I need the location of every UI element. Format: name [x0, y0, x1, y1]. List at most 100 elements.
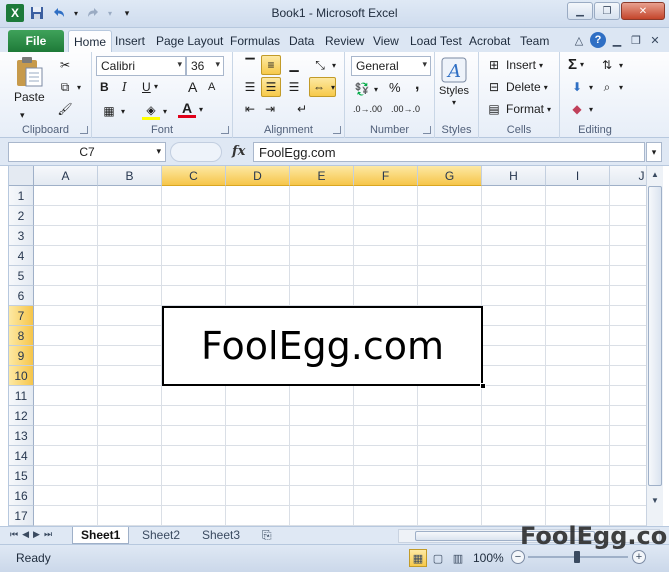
copy-dropdown-icon[interactable]: ▾	[77, 83, 81, 92]
clear-button[interactable]: ◆ ▾	[568, 100, 593, 118]
insert-function-icon[interactable]: fx	[232, 144, 245, 159]
close-icon[interactable]: ✕	[621, 2, 665, 20]
clipboard-launcher-icon[interactable]	[80, 126, 88, 134]
shrink-font-button[interactable]: A	[208, 81, 215, 93]
last-sheet-icon[interactable]: ⏭	[44, 529, 52, 540]
tab-acrobat[interactable]: Acrobat	[464, 30, 515, 52]
row-header-10[interactable]: 10	[9, 366, 34, 386]
zoom-slider-knob[interactable]	[574, 551, 580, 563]
expand-formula-bar-icon[interactable]: ▾	[646, 142, 662, 162]
row-header-12[interactable]: 12	[9, 406, 34, 426]
percent-button[interactable]: %	[389, 80, 401, 95]
underline-button[interactable]: U	[142, 80, 151, 94]
format-cells-button[interactable]: ▤ Format ▾	[485, 100, 551, 118]
column-header-e[interactable]: E	[290, 166, 354, 186]
scroll-up-icon[interactable]: ▲	[647, 166, 663, 182]
bold-button[interactable]: B	[100, 80, 109, 94]
normal-view-icon[interactable]: ▦	[409, 549, 427, 567]
vertical-scroll-thumb[interactable]	[648, 186, 662, 486]
autosum-button[interactable]: Σ ▾	[568, 56, 584, 73]
select-all-corner[interactable]	[9, 166, 34, 186]
row-header-5[interactable]: 5	[9, 266, 34, 286]
tab-team[interactable]: Team	[515, 30, 554, 52]
sheet-tab-sheet2[interactable]: Sheet2	[134, 527, 188, 544]
font-launcher-icon[interactable]	[221, 126, 229, 134]
paste-dropdown-icon[interactable]: ▾	[20, 110, 25, 121]
tab-data[interactable]: Data	[284, 30, 319, 52]
fill-handle[interactable]	[480, 383, 486, 389]
accounting-format-button[interactable]: 💱 ▾	[353, 80, 379, 98]
name-box[interactable]: C7 ▾	[8, 142, 166, 162]
orientation-button[interactable]: ⤡ ▾	[311, 56, 336, 74]
zoom-slider[interactable]	[528, 551, 628, 563]
minimize-icon[interactable]: ▁	[567, 2, 593, 20]
align-top-button[interactable]: ▔	[241, 56, 259, 74]
increase-decimal-button[interactable]: .0→.00	[353, 104, 382, 114]
formula-bar-splitter[interactable]	[170, 142, 222, 162]
row-header-1[interactable]: 1	[9, 186, 34, 206]
find-select-button[interactable]: ⌕ ▾	[598, 78, 623, 96]
decrease-indent-button[interactable]: ⇤	[241, 100, 259, 118]
row-header-7[interactable]: 7	[9, 306, 34, 326]
zoom-in-icon[interactable]: +	[632, 550, 646, 564]
styles-button[interactable]: A Styles ▾	[439, 56, 469, 107]
alignment-launcher-icon[interactable]	[333, 126, 341, 134]
wrap-text-button[interactable]: ↵	[293, 100, 311, 118]
tab-insert[interactable]: Insert	[110, 30, 150, 52]
font-size-combo[interactable]: 36 ▾	[186, 56, 224, 76]
borders-button[interactable]: ▦ ▾	[100, 102, 125, 120]
tab-file[interactable]: File	[8, 30, 64, 52]
page-break-view-icon[interactable]: ▥	[449, 549, 467, 567]
row-header-14[interactable]: 14	[9, 446, 34, 466]
insert-sheet-icon[interactable]: ⎘	[254, 527, 280, 544]
align-bottom-button[interactable]: ▁	[285, 56, 303, 74]
fill-color-button[interactable]: ◈ ▾	[142, 102, 167, 120]
workbook-close-icon[interactable]: ✕	[647, 32, 663, 48]
number-launcher-icon[interactable]	[423, 126, 431, 134]
chevron-down-icon[interactable]: ▾	[156, 146, 161, 157]
row-header-11[interactable]: 11	[9, 386, 34, 406]
column-header-j[interactable]: J	[610, 166, 646, 186]
row-header-8[interactable]: 8	[9, 326, 34, 346]
help-icon[interactable]: ?	[590, 32, 606, 48]
copy-button[interactable]: ⧉ ▾	[56, 78, 81, 96]
formula-input[interactable]: FoolEgg.com	[253, 142, 645, 162]
underline-dropdown-icon[interactable]: ▾	[154, 82, 158, 91]
scroll-down-icon[interactable]: ▼	[647, 492, 663, 508]
font-color-button[interactable]: A ▾	[178, 100, 203, 118]
tab-view[interactable]: View	[368, 30, 404, 52]
number-format-combo[interactable]: General ▾	[351, 56, 431, 76]
tab-load-test[interactable]: Load Test	[405, 30, 467, 52]
zoom-level[interactable]: 100%	[473, 551, 504, 565]
vertical-scrollbar[interactable]: ▲ ▼	[646, 166, 663, 526]
align-right-button[interactable]: ☰	[285, 78, 303, 96]
merge-center-button[interactable]: ⇔ ▾	[309, 77, 337, 97]
grow-font-button[interactable]: A	[188, 79, 197, 95]
align-middle-button[interactable]: ≡	[261, 55, 281, 75]
row-header-16[interactable]: 16	[9, 486, 34, 506]
sort-filter-button[interactable]: ⇅ ▾	[598, 56, 623, 74]
row-header-6[interactable]: 6	[9, 286, 34, 306]
workbook-minimize-icon[interactable]: ▁	[609, 32, 625, 48]
row-header-2[interactable]: 2	[9, 206, 34, 226]
workbook-restore-icon[interactable]: ❐	[628, 32, 644, 48]
tab-home[interactable]: Home	[68, 30, 113, 52]
column-header-i[interactable]: I	[546, 166, 610, 186]
row-header-15[interactable]: 15	[9, 466, 34, 486]
align-center-button[interactable]: ☰	[261, 77, 281, 97]
paste-button[interactable]: Paste	[14, 56, 45, 104]
tab-formulas[interactable]: Formulas	[225, 30, 285, 52]
worksheet-grid[interactable]: A B C D E F G H I J 1 2 3 4 5 6 7 8 9 10 11 12 13 14 15 16 17 FoolE…	[8, 166, 646, 526]
sheet-tab-sheet1[interactable]: Sheet1	[72, 527, 130, 544]
column-header-g[interactable]: G	[418, 166, 482, 186]
tab-page-layout[interactable]: Page Layout	[151, 30, 228, 52]
cut-button[interactable]: ✂	[56, 56, 74, 74]
font-family-combo[interactable]: Calibri ▾	[96, 56, 186, 76]
decrease-decimal-button[interactable]: .00→.0	[391, 104, 420, 114]
column-header-b[interactable]: B	[98, 166, 162, 186]
row-header-3[interactable]: 3	[9, 226, 34, 246]
increase-indent-button[interactable]: ⇥	[261, 100, 279, 118]
comma-button[interactable]: ,	[415, 76, 419, 94]
zoom-out-icon[interactable]: −	[511, 550, 525, 564]
fill-button[interactable]: ⬇ ▾	[568, 78, 593, 96]
